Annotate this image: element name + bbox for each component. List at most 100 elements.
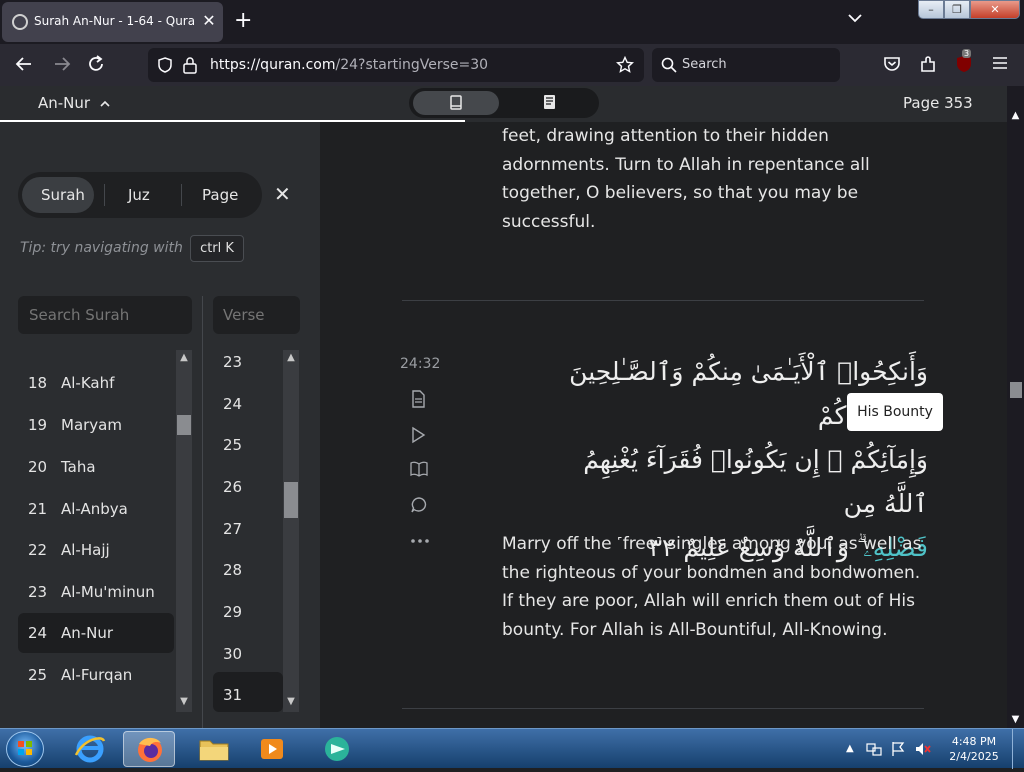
new-tab-icon[interactable]: + <box>234 8 254 33</box>
firefox-taskbar-icon[interactable] <box>123 731 175 767</box>
ublock-extension-icon[interactable]: 3 <box>952 49 976 76</box>
app-taskbar-icon[interactable] <box>311 731 363 767</box>
surah-name: Al-Mu'minun <box>61 583 155 601</box>
search-placeholder: Search <box>682 57 727 72</box>
scrollbar-thumb[interactable] <box>1010 382 1022 398</box>
url-text[interactable]: https://quran.com/24?startingVerse=30 <box>210 57 488 73</box>
navigation-type-tabs: Surah Juz Page <box>18 172 262 218</box>
shield-icon[interactable] <box>156 56 174 78</box>
surah-list-item-active[interactable]: 24 An-Nur <box>18 613 174 653</box>
back-arrow-icon[interactable] <box>12 54 36 76</box>
pocket-icon[interactable] <box>880 54 904 76</box>
surah-number: 21 <box>28 500 48 518</box>
maximize-button[interactable]: ❐ <box>944 0 970 19</box>
surah-number: 24 <box>28 624 48 642</box>
tab-juz[interactable]: Juz <box>128 186 150 204</box>
tab-strip: Surah An-Nur - 1-64 - Quran.com ✕ + – ❐ … <box>0 0 1024 44</box>
chevron-down-icon[interactable] <box>848 12 862 27</box>
bookmark-star-icon[interactable] <box>615 55 635 78</box>
quran-favicon-icon <box>12 14 28 30</box>
surah-list-scrollbar[interactable]: ▲ ▼ <box>176 350 192 712</box>
keyboard-shortcut: ctrl K <box>190 235 244 262</box>
volume-muted-icon[interactable] <box>914 741 932 761</box>
browser-tab[interactable]: Surah An-Nur - 1-64 - Quran.com ✕ <box>2 2 223 42</box>
page-number: Page 353 <box>903 94 973 112</box>
show-hidden-icons[interactable]: ▲ <box>846 743 854 754</box>
scroll-up-icon[interactable]: ▲ <box>176 352 192 363</box>
verse-list-item[interactable]: 24 <box>213 384 283 424</box>
verse-list-item[interactable]: 25 <box>213 425 283 465</box>
tab-page[interactable]: Page <box>202 186 238 204</box>
tab-surah-label[interactable]: Surah <box>41 186 85 204</box>
verse-list-item[interactable]: 26 <box>213 467 283 507</box>
verse-number: 31 <box>223 686 243 704</box>
search-surah-input[interactable] <box>18 296 192 334</box>
tab-divider <box>104 184 105 206</box>
search-verse-input[interactable] <box>213 296 300 334</box>
navigation-tip: Tip: try navigating with <box>20 240 183 256</box>
file-explorer-icon[interactable] <box>188 731 240 767</box>
action-center-flag-icon[interactable] <box>890 741 906 761</box>
open-book-icon[interactable] <box>410 461 430 481</box>
scroll-down-icon[interactable]: ▼ <box>1007 714 1024 725</box>
extensions-icon[interactable] <box>916 54 940 76</box>
scroll-down-icon[interactable]: ▼ <box>283 696 299 707</box>
scroll-up-icon[interactable]: ▲ <box>283 352 299 363</box>
browser-search-bar[interactable]: Search <box>652 48 840 82</box>
network-icon[interactable] <box>866 741 882 761</box>
verse-list-scrollbar[interactable]: ▲ ▼ <box>283 350 299 712</box>
comment-icon[interactable] <box>410 496 430 516</box>
translation-mode-button[interactable] <box>413 91 499 115</box>
play-icon[interactable] <box>410 426 430 446</box>
url-bar[interactable]: https://quran.com/24?startingVerse=30 <box>148 48 644 82</box>
forward-arrow-icon[interactable] <box>50 54 74 76</box>
scrollbar-thumb[interactable] <box>284 482 298 518</box>
surah-number: 20 <box>28 458 48 476</box>
verse-list-item[interactable]: 23 <box>213 350 283 382</box>
verse-list-item[interactable]: 27 <box>213 509 283 549</box>
tafsir-document-icon[interactable] <box>410 390 430 410</box>
surah-number: 18 <box>28 374 48 392</box>
tab-close-icon[interactable]: ✕ <box>200 11 218 30</box>
surah-selector[interactable]: An-Nur <box>38 94 110 112</box>
reload-icon[interactable] <box>84 54 108 76</box>
verse-number: 30 <box>223 645 243 663</box>
surah-list-item[interactable]: 22 Al-Hajj <box>18 530 174 570</box>
more-options-icon[interactable] <box>410 530 430 550</box>
verse-list-item[interactable]: 28 <box>213 550 283 590</box>
scrollbar-thumb[interactable] <box>177 415 191 435</box>
scroll-down-icon[interactable]: ▼ <box>176 696 192 707</box>
verse-key[interactable]: 24:32 <box>400 356 440 372</box>
surah-list-item[interactable]: 18 Al-Kahf <box>18 363 174 403</box>
surah-list-item[interactable]: 25 Al-Furqan <box>18 655 174 695</box>
reading-mode-button[interactable] <box>543 94 556 114</box>
tab-title: Surah An-Nur - 1-64 - Quran.com <box>34 14 194 28</box>
system-clock[interactable]: 4:48 PM 2/4/2025 <box>944 734 1004 764</box>
lock-icon[interactable] <box>182 56 198 78</box>
surah-list-item[interactable]: 19 Maryam <box>18 405 174 445</box>
surah-name: Al-Hajj <box>61 541 110 559</box>
book-icon <box>450 95 462 114</box>
surah-name: Al-Kahf <box>61 374 115 392</box>
page-header: An-Nur Page 353 <box>0 86 1007 123</box>
hamburger-menu-icon[interactable] <box>988 54 1012 76</box>
surah-title: An-Nur <box>38 94 91 112</box>
verse-list-item[interactable]: 29 <box>213 592 283 632</box>
media-player-icon[interactable] <box>246 731 298 767</box>
surah-list-item[interactable]: 20 Taha <box>18 447 174 487</box>
chevron-up-icon <box>100 94 110 112</box>
verse-separator <box>402 708 924 709</box>
verse-list-item[interactable]: 30 <box>213 634 283 674</box>
verse-list-item-active[interactable]: 31 <box>213 672 283 712</box>
show-desktop-button[interactable] <box>1012 729 1024 769</box>
scroll-up-icon[interactable]: ▲ <box>1007 110 1024 121</box>
close-icon[interactable]: ✕ <box>274 182 291 206</box>
minimize-button[interactable]: – <box>918 0 944 19</box>
surah-list-item[interactable]: 21 Al-Anbya <box>18 489 174 529</box>
close-window-button[interactable]: ✕ <box>970 0 1020 19</box>
page-scrollbar[interactable]: ▲ ▼ <box>1007 86 1024 728</box>
surah-list-item[interactable]: 23 Al-Mu'minun <box>18 572 174 612</box>
arabic-line[interactable]: وَإِمَآئِكُمْ ۚ إِن يَكُونُوا۟ فُقَرَآءَ… <box>552 438 928 526</box>
internet-explorer-icon[interactable] <box>64 731 116 767</box>
start-button[interactable] <box>6 731 44 767</box>
